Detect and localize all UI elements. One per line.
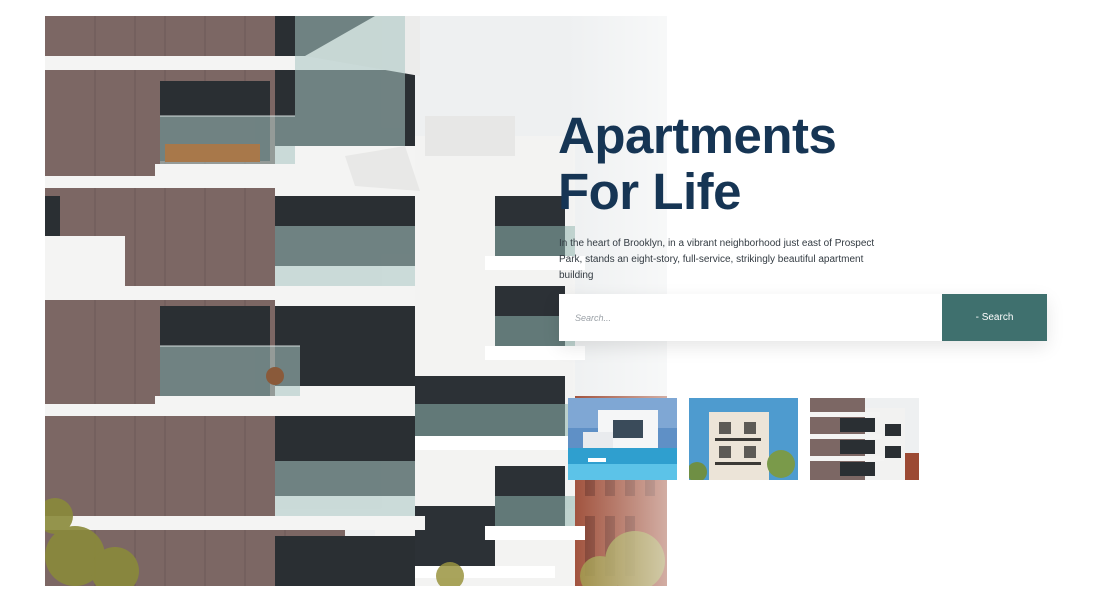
search-button[interactable]: - Search xyxy=(942,294,1047,341)
thumbnail-modern-apartments[interactable] xyxy=(810,398,919,480)
hero-description: In the heart of Brooklyn, in a vibrant n… xyxy=(559,238,875,281)
thumbnail-gallery xyxy=(568,398,919,480)
hero-headline: Apartments For Life xyxy=(558,107,837,220)
headline-line-2: For Life xyxy=(558,163,742,220)
search-bar: - Search xyxy=(559,294,1047,341)
search-input[interactable] xyxy=(559,294,942,341)
thumbnail-villa-with-pool[interactable] xyxy=(568,398,677,480)
thumbnail-balcony-building[interactable] xyxy=(689,398,798,480)
headline-line-1: Apartments xyxy=(558,107,837,164)
